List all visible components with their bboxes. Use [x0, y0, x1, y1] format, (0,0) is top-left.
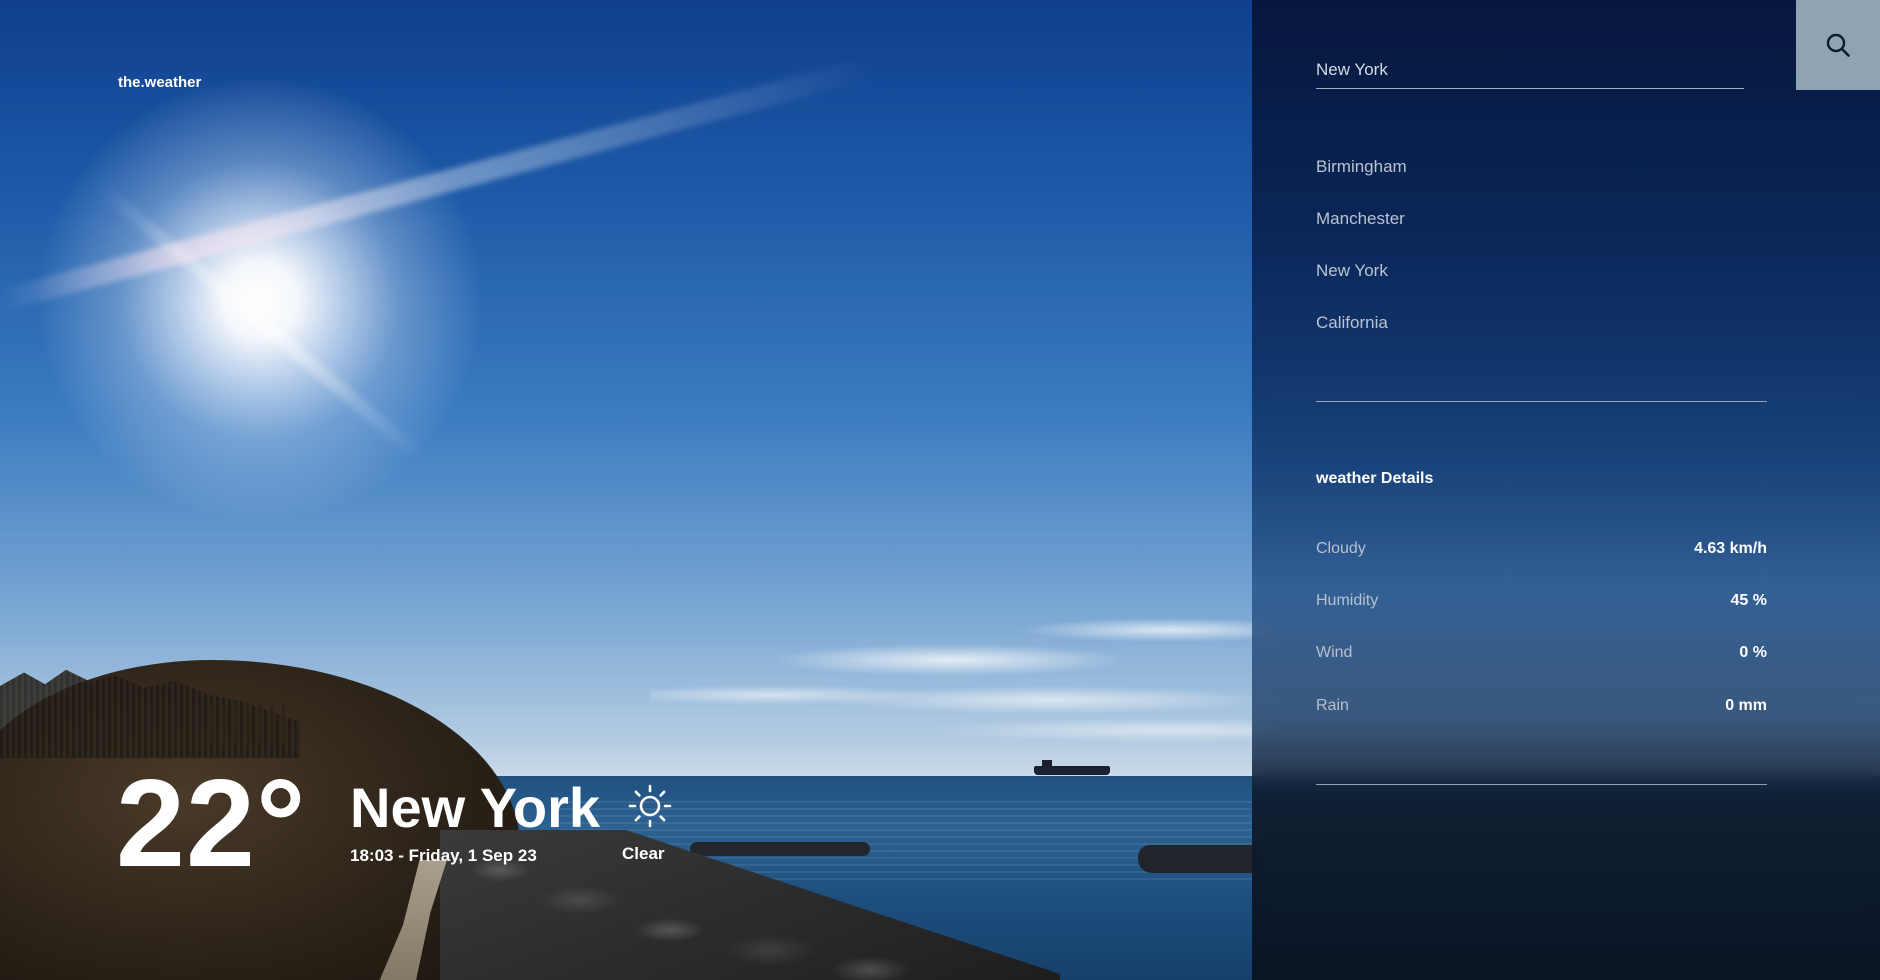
app-logo[interactable]: the.weather: [118, 74, 201, 91]
detail-label: Wind: [1316, 644, 1353, 661]
detail-label: Humidity: [1316, 592, 1379, 609]
city-list: Birmingham Manchester New York Californi…: [1316, 155, 1766, 363]
city-item-california[interactable]: California: [1316, 311, 1766, 363]
current-datetime: 18:03 - Friday, 1 Sep 23: [350, 846, 537, 865]
detail-value: 45 %: [1730, 592, 1767, 609]
detail-row-cloudy: Cloudy 4.63 km/h: [1316, 537, 1767, 561]
city-search-input[interactable]: [1316, 52, 1744, 89]
divider: [1316, 401, 1767, 402]
condition-label: Clear: [622, 844, 665, 863]
ship: [1034, 760, 1110, 775]
clouds: [650, 600, 1270, 750]
divider: [1316, 784, 1767, 785]
search-button[interactable]: [1796, 0, 1880, 90]
details-title: weather Details: [1316, 470, 1434, 487]
detail-label: Rain: [1316, 697, 1349, 714]
weather-app: the.weather 22° New York 18:03 - Friday,…: [0, 0, 1880, 980]
city-item-birmingham[interactable]: Birmingham: [1316, 155, 1766, 207]
fence: [210, 705, 285, 745]
detail-value: 0 %: [1739, 644, 1767, 661]
sidebar-panel: [1252, 0, 1880, 980]
detail-row-wind: Wind 0 %: [1316, 641, 1767, 665]
detail-value: 0 mm: [1725, 697, 1767, 714]
detail-row-humidity: Humidity 45 %: [1316, 589, 1767, 613]
city-item-manchester[interactable]: Manchester: [1316, 207, 1766, 259]
detail-label: Cloudy: [1316, 540, 1366, 557]
rocks: [690, 842, 870, 856]
search-icon: [1825, 32, 1851, 58]
detail-value: 4.63 km/h: [1694, 540, 1767, 557]
current-temperature: 22°: [116, 755, 307, 893]
current-city: New York: [350, 776, 601, 839]
rocks: [1138, 845, 1258, 873]
detail-row-rain: Rain 0 mm: [1316, 694, 1767, 718]
sun-icon: [628, 784, 672, 828]
city-item-new-york[interactable]: New York: [1316, 259, 1766, 311]
